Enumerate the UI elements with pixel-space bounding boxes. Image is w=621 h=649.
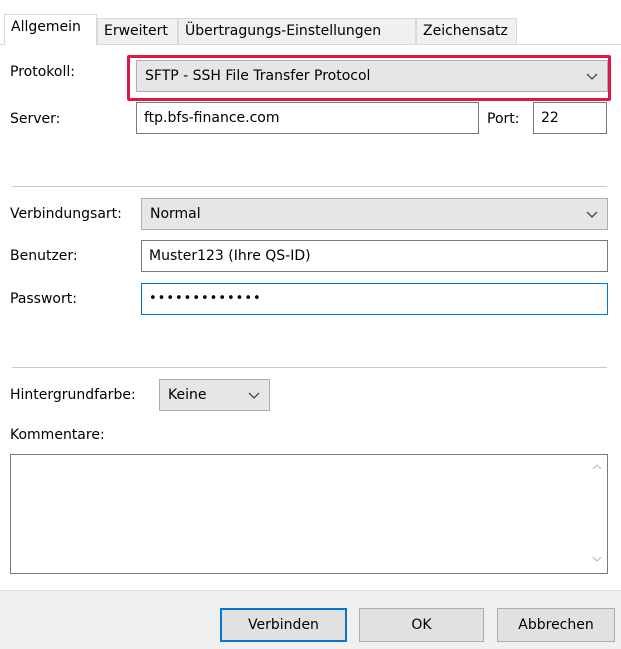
chevron-down-icon	[248, 392, 260, 399]
kommentare-label: Kommentare:	[10, 427, 105, 443]
protokoll-label: Protokoll:	[10, 64, 75, 80]
passwort-label: Passwort:	[10, 291, 77, 307]
tab-uebertragungs-einstellungen[interactable]: Übertragungs-Einstellungen	[178, 18, 416, 44]
separator	[12, 367, 607, 368]
benutzer-label: Benutzer:	[10, 248, 78, 264]
server-input[interactable]: ftp.bfs-finance.com	[136, 102, 479, 134]
scroll-up-icon[interactable]	[592, 463, 602, 471]
port-input[interactable]: 22	[533, 102, 607, 134]
verbindungsart-value: Normal	[150, 206, 201, 222]
ok-button[interactable]: OK	[359, 608, 484, 642]
server-label: Server:	[10, 111, 61, 127]
hintergrundfarbe-label: Hintergrundfarbe:	[10, 387, 136, 403]
passwort-input[interactable]: •••••••••••••	[141, 283, 608, 315]
tab-uebertragungs-label: Übertragungs-Einstellungen	[185, 23, 382, 39]
tab-zeichensatz-label: Zeichensatz	[423, 23, 508, 39]
verbindungsart-label: Verbindungsart:	[10, 206, 122, 222]
tab-allgemein[interactable]: Allgemein	[4, 14, 97, 45]
hintergrundfarbe-value: Keine	[168, 387, 207, 403]
tab-erweitert[interactable]: Erweitert	[97, 18, 178, 44]
tab-zeichensatz[interactable]: Zeichensatz	[416, 18, 517, 44]
chevron-down-icon	[586, 73, 598, 80]
kommentare-textarea[interactable]	[10, 454, 608, 574]
separator	[12, 186, 607, 187]
port-label: Port:	[487, 111, 520, 127]
chevron-down-icon	[586, 211, 598, 218]
protokoll-value: SFTP - SSH File Transfer Protocol	[145, 68, 371, 84]
kommentare-scrollbar[interactable]	[587, 455, 607, 573]
hintergrundfarbe-select[interactable]: Keine	[159, 379, 270, 411]
abbrechen-button[interactable]: Abbrechen	[497, 608, 615, 642]
tab-bar: Allgemein Erweitert Übertragungs-Einstel…	[0, 0, 621, 45]
scroll-down-icon[interactable]	[592, 555, 602, 563]
verbinden-button[interactable]: Verbinden	[220, 608, 347, 642]
verbindungsart-select[interactable]: Normal	[141, 198, 608, 230]
protokoll-select[interactable]: SFTP - SSH File Transfer Protocol	[136, 60, 608, 92]
tab-erweitert-label: Erweitert	[104, 23, 168, 39]
benutzer-input[interactable]: Muster123 (Ihre QS-ID)	[141, 240, 608, 272]
